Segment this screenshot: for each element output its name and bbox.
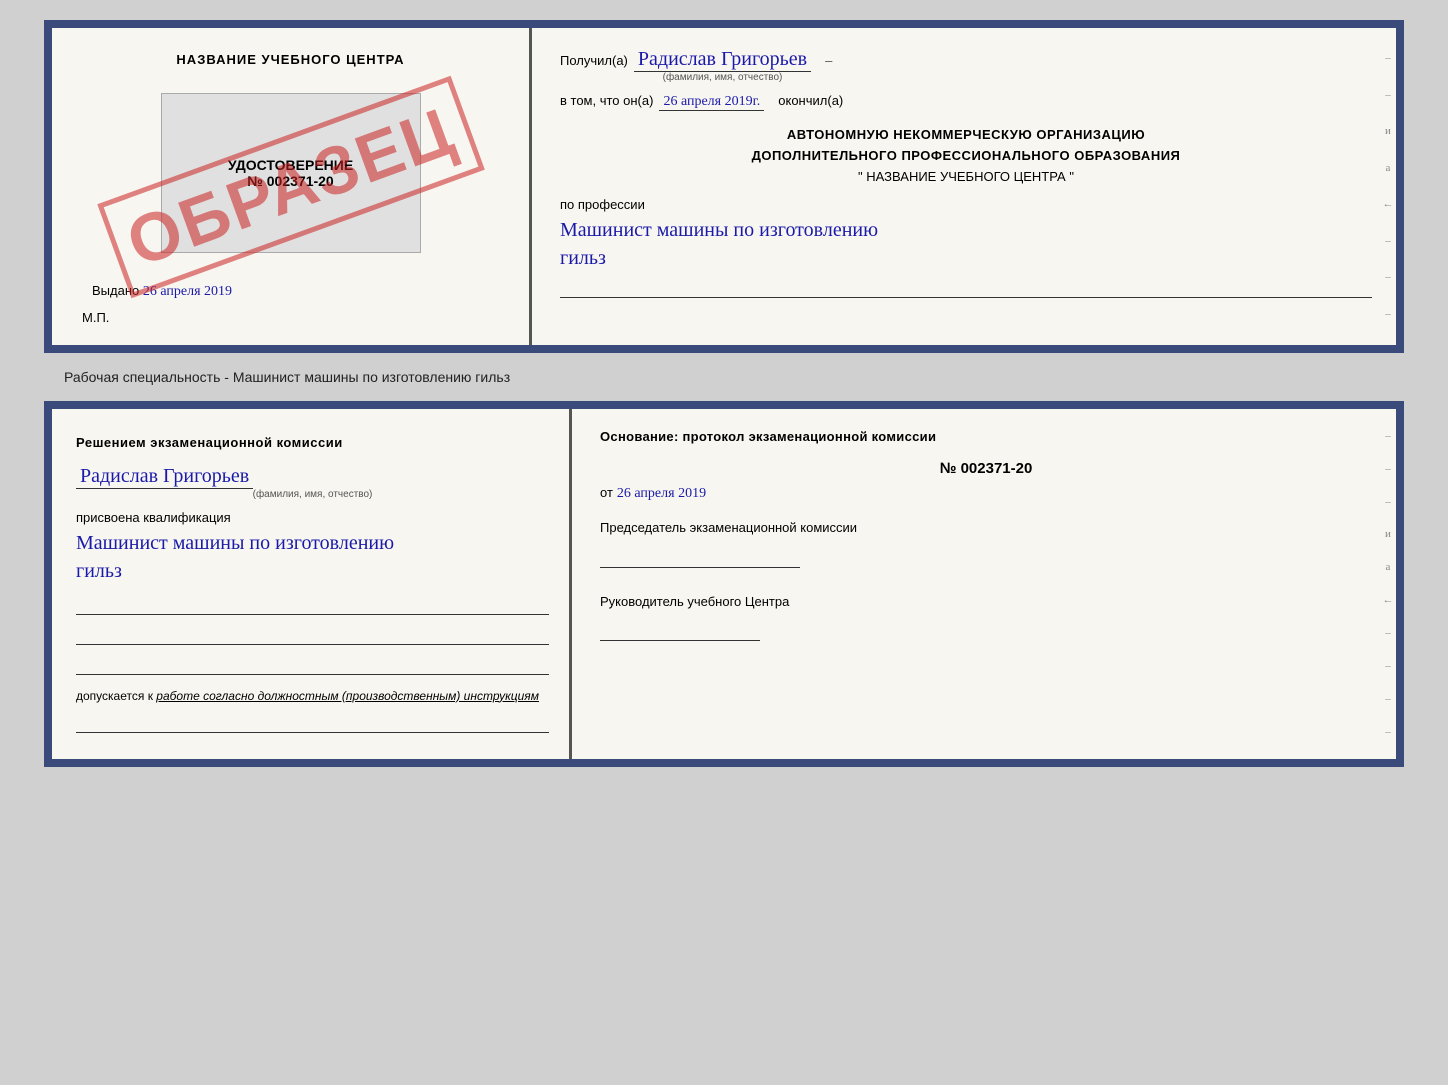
underline-1 (560, 276, 1372, 298)
top-doc-right: Получил(а) Радислав Григорьев (фамилия, … (532, 28, 1396, 345)
bottom-doc-left: Решением экзаменационной комиссии Радисл… (52, 409, 572, 759)
predsedatel-sig-line (600, 544, 800, 568)
org-line1: АВТОНОМНУЮ НЕКОММЕРЧЕСКУЮ ОРГАНИЗАЦИЮ (560, 125, 1372, 146)
udostoverenie-number: № 002371-20 (247, 173, 333, 189)
top-document: НАЗВАНИЕ УЧЕБНОГО ЦЕНТРА УДОСТОВЕРЕНИЕ №… (44, 20, 1404, 353)
recipient-name-container: Радислав Григорьев (фамилия, имя, отчест… (634, 48, 811, 83)
bottom-name-container: Радислав Григорьев (фамилия, имя, отчест… (76, 465, 549, 500)
b-side-a: а (1386, 561, 1391, 573)
top-doc-left: НАЗВАНИЕ УЧЕБНОГО ЦЕНТРА УДОСТОВЕРЕНИЕ №… (52, 28, 532, 345)
udostoverenie-box: УДОСТОВЕРЕНИЕ № 002371-20 (161, 93, 421, 253)
side-dash5: – (1385, 309, 1391, 320)
side-arrow: ← (1383, 199, 1394, 210)
side-dash4: – (1385, 272, 1391, 283)
side-a: а (1386, 163, 1391, 174)
dopuskaetsya-prefix: допускается к (76, 689, 153, 703)
side-deco-bottom: – – – и а ← – – – – (1380, 409, 1396, 759)
mp-line: М.П. (82, 310, 109, 325)
udostoverenie-label: УДОСТОВЕРЕНИЕ (228, 157, 353, 173)
predsedatel-label: Председатель экзаменационной комиссии (600, 518, 1372, 538)
prisvoena-text: присвоена квалификация (76, 510, 549, 525)
rukovoditel-label: Руководитель учебного Центра (600, 592, 1372, 612)
org-line3: " НАЗВАНИЕ УЧЕБНОГО ЦЕНТРА " (560, 167, 1372, 188)
vtom-date: 26 апреля 2019г. (659, 94, 764, 111)
b-side-dash3: – (1385, 496, 1391, 508)
bottom-date: 26 апреля 2019 (617, 486, 706, 501)
b-side-dash4: – (1385, 627, 1391, 639)
sig-line-2 (76, 621, 549, 645)
bottom-document: Решением экзаменационной комиссии Радисл… (44, 401, 1404, 767)
side-dash3: – (1385, 236, 1391, 247)
dash1: – (825, 53, 832, 68)
vydano-line: Выдано 26 апреля 2019 (92, 283, 232, 300)
okonchil-label: окончил(а) (778, 93, 843, 108)
b-side-dash5: – (1385, 660, 1391, 672)
b-side-i: и (1385, 528, 1391, 540)
rukovoditel-block: Руководитель учебного Центра (600, 592, 1372, 642)
profession-line1: Машинист машины по изготовлению (560, 216, 1372, 244)
vtom-row: в том, что он(а) 26 апреля 2019г. окончи… (560, 93, 1372, 111)
side-dash2: – (1385, 90, 1391, 101)
b-side-arrow: ← (1383, 594, 1394, 606)
dopuskaetsya-text: работе согласно должностным (производств… (156, 689, 539, 703)
side-i: и (1385, 126, 1391, 137)
between-label: Рабочая специальность - Машинист машины … (64, 369, 510, 385)
sig-line-4 (76, 709, 549, 733)
vtom-label: в том, что он(а) (560, 93, 653, 108)
side-deco-top: – – и а ← – – – (1380, 28, 1396, 345)
bottom-recipient-name: Радислав Григорьев (76, 465, 253, 489)
b-side-dash6: – (1385, 693, 1391, 705)
sig-line-1 (76, 591, 549, 615)
osnov-title: Основание: протокол экзаменационной коми… (600, 429, 1372, 444)
bottom-doc-right: Основание: протокол экзаменационной коми… (572, 409, 1396, 759)
po-professii-label: по профессии (560, 197, 1372, 212)
vydano-prefix: Выдано (92, 283, 139, 298)
bottom-number: № 002371-20 (600, 460, 1372, 477)
commission-title: Решением экзаменационной комиссии (76, 433, 549, 453)
bottom-kvalif-line1: Машинист машины по изготовлению (76, 529, 549, 557)
date-prefix: от (600, 485, 613, 500)
fio-caption-top: (фамилия, имя, отчество) (634, 72, 811, 83)
predsedatel-block: Председатель экзаменационной комиссии (600, 518, 1372, 568)
sig-line-3 (76, 651, 549, 675)
poluchil-row: Получил(а) Радислав Григорьев (фамилия, … (560, 48, 1372, 83)
dopuskaetsya-block: допускается к работе согласно должностны… (76, 689, 549, 703)
bottom-fio-caption: (фамилия, имя, отчество) (76, 489, 549, 500)
b-side-dash2: – (1385, 463, 1391, 475)
profession-line2: гильз (560, 244, 1372, 272)
rukovoditel-sig-line (600, 617, 760, 641)
side-dash1: – (1385, 53, 1391, 64)
b-side-dash7: – (1385, 726, 1391, 738)
org-block: АВТОНОМНУЮ НЕКОММЕРЧЕСКУЮ ОРГАНИЗАЦИЮ ДО… (560, 125, 1372, 187)
vydano-date: 26 апреля 2019 (143, 284, 232, 299)
org-line2: ДОПОЛНИТЕЛЬНОГО ПРОФЕССИОНАЛЬНОГО ОБРАЗО… (560, 146, 1372, 167)
recipient-name: Радислав Григорьев (634, 48, 811, 72)
b-side-dash1: – (1385, 430, 1391, 442)
bottom-kvalif-line2: гильз (76, 557, 549, 585)
poluchil-label: Получил(а) (560, 53, 628, 68)
top-left-title: НАЗВАНИЕ УЧЕБНОГО ЦЕНТРА (176, 52, 404, 67)
bottom-date-line: от 26 апреля 2019 (600, 485, 1372, 502)
